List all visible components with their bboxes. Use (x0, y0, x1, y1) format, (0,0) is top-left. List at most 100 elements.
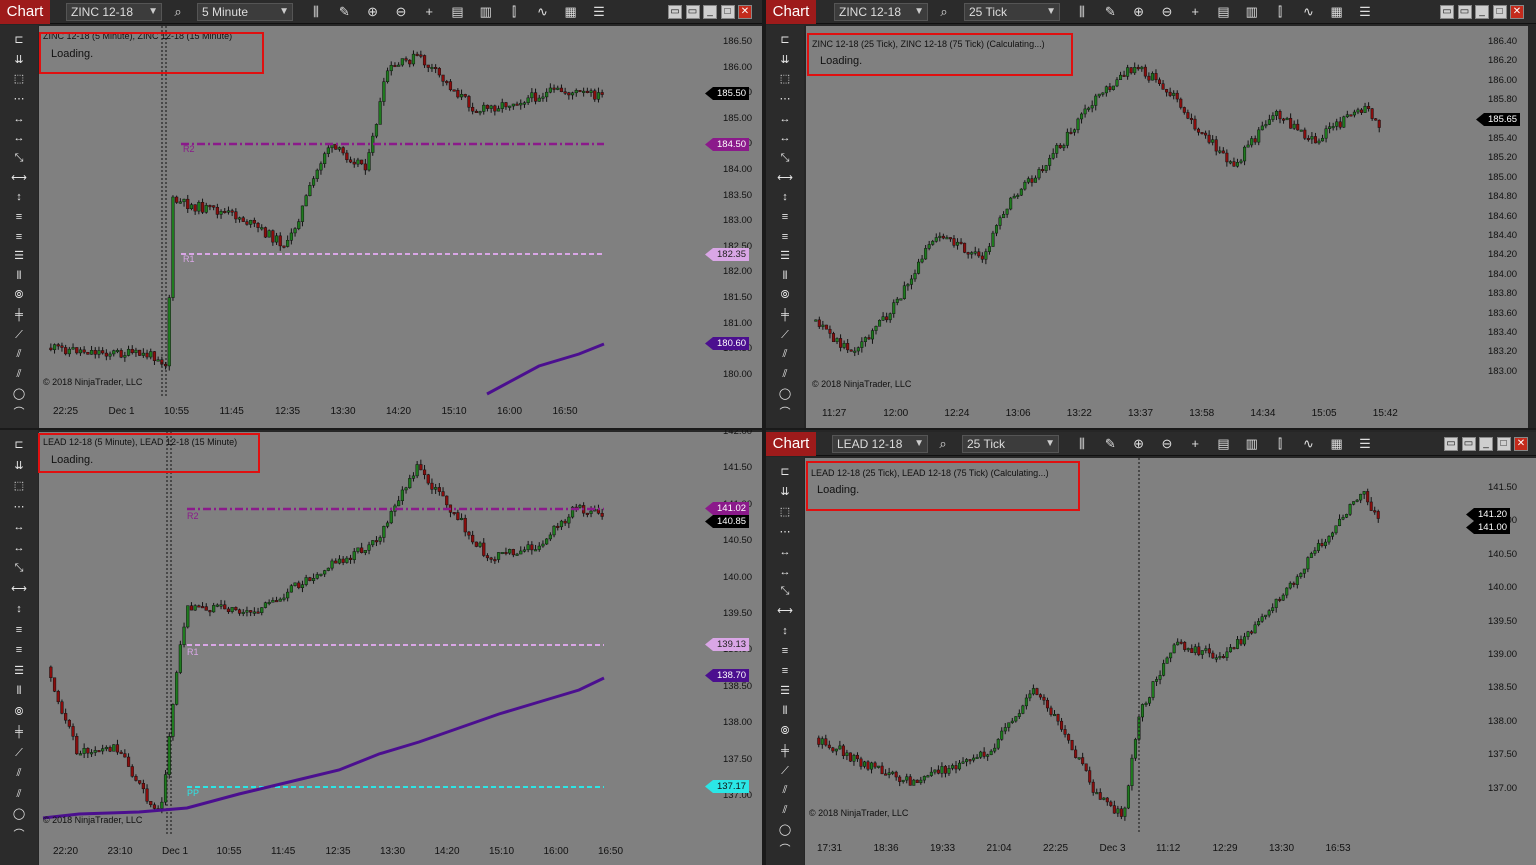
minimize-button[interactable]: _ (1479, 437, 1493, 451)
arc-icon[interactable]: ⌒ (9, 406, 29, 420)
ruler-icon[interactable]: ⊏ (9, 438, 29, 452)
extended-line-icon[interactable]: ⟷ (775, 171, 795, 185)
horizontal-ray-icon[interactable]: ↔ (9, 541, 29, 555)
gann-fan-icon[interactable]: ╪ (775, 308, 795, 322)
andrews-pitchfork-icon[interactable]: ⦀ (775, 269, 795, 283)
search-icon[interactable]: ⌕ (935, 436, 951, 452)
dotted-line-icon[interactable]: ⋯ (775, 92, 795, 106)
regression-channel-icon[interactable]: ⟋ (9, 746, 29, 760)
regression-channel-icon[interactable]: ⟋ (775, 764, 795, 778)
fib-timezone-icon[interactable]: ☰ (9, 664, 29, 678)
strategies-icon[interactable]: ⫿ (1272, 436, 1288, 452)
ruler-icon[interactable]: ⊏ (775, 465, 795, 479)
interval-selector[interactable]: 25 Tick ▼ (962, 435, 1059, 453)
channel-icon[interactable]: ⫽ (775, 347, 795, 361)
fib-retracement-icon[interactable]: ≡ (9, 210, 29, 224)
restore-icon[interactable]: ▭ (668, 5, 682, 19)
drag-icon[interactable]: ⇊ (9, 459, 29, 473)
close-button[interactable]: ✕ (1514, 437, 1528, 451)
maximize-button[interactable]: □ (1492, 5, 1507, 19)
regression-channel-icon[interactable]: ⟋ (9, 328, 29, 342)
arc-icon[interactable]: ⌒ (775, 406, 795, 420)
crosshair-icon[interactable]: + (1187, 436, 1203, 452)
draw-pencil-icon[interactable]: ✎ (336, 4, 352, 20)
instrument-selector[interactable]: LEAD 12-18 ▼ (832, 435, 928, 453)
channel-icon[interactable]: ⫽ (775, 783, 795, 797)
interval-selector[interactable]: 25 Tick ▼ (964, 3, 1060, 21)
price-plot-area[interactable]: ZINC 12-18 (5 Minute), ZINC 12-18 (15 Mi… (39, 26, 713, 396)
trend-line-icon[interactable]: ⤡ (9, 151, 29, 165)
bars-type-icon[interactable]: ⫼ (1074, 4, 1090, 20)
vertical-line-icon[interactable]: ↕ (9, 190, 29, 204)
vertical-line-icon[interactable]: ↕ (775, 190, 795, 204)
arc-icon[interactable]: ⌒ (775, 843, 795, 857)
vertical-line-icon[interactable]: ↕ (9, 602, 29, 616)
andrews-pitchfork-icon[interactable]: ⦀ (9, 684, 29, 698)
channel-icon[interactable]: ⫽ (9, 766, 29, 780)
draw-pencil-icon[interactable]: ✎ (1102, 4, 1118, 20)
chart-menu-button[interactable]: Chart (766, 0, 816, 24)
drag-icon[interactable]: ⇊ (9, 53, 29, 67)
parallel-lines-icon[interactable]: ⫽ (9, 367, 29, 381)
horizontal-ray-icon[interactable]: ↔ (775, 565, 795, 579)
line-chart-icon[interactable]: ∿ (534, 4, 550, 20)
line-chart-icon[interactable]: ∿ (1300, 4, 1316, 20)
ruler-icon[interactable]: ⊏ (9, 33, 29, 47)
price-plot-area[interactable]: ZINC 12-18 (25 Tick), ZINC 12-18 (75 Tic… (806, 26, 1478, 398)
circle-target-icon[interactable]: ⦾ (9, 288, 29, 302)
ellipse-icon[interactable]: ◯ (9, 387, 29, 401)
templates-icon[interactable]: ▦ (1329, 436, 1345, 452)
templates-icon[interactable]: ▦ (1329, 4, 1345, 20)
extended-line-icon[interactable]: ⟷ (775, 604, 795, 618)
minimize-button[interactable]: _ (703, 5, 717, 19)
horizontal-ray-icon[interactable]: ↔ (9, 131, 29, 145)
horizontal-line-icon[interactable]: ↔ (9, 112, 29, 126)
time-axis[interactable]: 22:20 23:10 Dec 1 10:55 11:45 12:35 13:30 14:20… (39, 836, 762, 865)
arc-icon[interactable]: ⌒ (9, 828, 29, 842)
interval-selector[interactable]: 5 Minute ▼ (197, 3, 293, 21)
indicators-icon[interactable]: ▥ (1244, 436, 1260, 452)
crosshair-icon[interactable]: + (1187, 4, 1203, 20)
fib-extension-icon[interactable]: ≡ (9, 230, 29, 244)
zoom-in-icon[interactable]: ⊕ (1131, 4, 1147, 20)
fib-retracement-icon[interactable]: ≡ (775, 210, 795, 224)
price-axis[interactable]: 142.00141.50141.00140.50140.00139.50139.… (705, 430, 762, 836)
zoom-in-icon[interactable]: ⊕ (365, 4, 381, 20)
close-button[interactable]: ✕ (738, 5, 752, 19)
fib-timezone-icon[interactable]: ☰ (775, 249, 795, 263)
dotted-line-icon[interactable]: ⋯ (775, 525, 795, 539)
indicators-icon[interactable]: ▥ (478, 4, 494, 20)
bars-type-icon[interactable]: ⫼ (308, 4, 324, 20)
andrews-pitchfork-icon[interactable]: ⦀ (775, 704, 795, 718)
parallel-lines-icon[interactable]: ⫽ (775, 367, 795, 381)
andrews-pitchfork-icon[interactable]: ⦀ (9, 269, 29, 283)
parallel-lines-icon[interactable]: ⫽ (775, 803, 795, 817)
zoom-out-icon[interactable]: ⊖ (1159, 4, 1175, 20)
price-plot-area[interactable]: LEAD 12-18 (5 Minute), LEAD 12-18 (15 Mi… (39, 432, 713, 836)
horizontal-line-icon[interactable]: ↔ (775, 112, 795, 126)
regression-channel-icon[interactable]: ⟋ (775, 328, 795, 342)
gann-fan-icon[interactable]: ╪ (9, 308, 29, 322)
extended-line-icon[interactable]: ⟷ (9, 171, 29, 185)
restore-icon[interactable]: ▭ (1440, 5, 1454, 19)
properties-icon[interactable]: ▤ (1216, 436, 1232, 452)
vertical-line-icon[interactable]: ↕ (775, 624, 795, 638)
select-box-icon[interactable]: ⬚ (775, 72, 795, 86)
fib-retracement-icon[interactable]: ≡ (775, 644, 795, 658)
maximize-all-icon[interactable]: ▭ (1461, 437, 1476, 451)
search-icon[interactable]: ⌕ (170, 4, 186, 20)
time-axis[interactable]: 11:27 12:00 12:24 13:06 13:22 13:37 13:58 14:34… (806, 398, 1528, 428)
maximize-all-icon[interactable]: ▭ (685, 5, 700, 19)
fib-timezone-icon[interactable]: ☰ (9, 249, 29, 263)
instrument-selector[interactable]: ZINC 12-18 ▼ (834, 3, 928, 21)
fib-timezone-icon[interactable]: ☰ (775, 684, 795, 698)
trend-line-icon[interactable]: ⤡ (775, 151, 795, 165)
horizontal-line-icon[interactable]: ↔ (9, 520, 29, 534)
extended-line-icon[interactable]: ⟷ (9, 582, 29, 596)
circle-target-icon[interactable]: ⦾ (775, 288, 795, 302)
zoom-out-icon[interactable]: ⊖ (393, 4, 409, 20)
gann-fan-icon[interactable]: ╪ (9, 725, 29, 739)
properties-icon[interactable]: ▤ (1216, 4, 1232, 20)
fib-extension-icon[interactable]: ≡ (9, 643, 29, 657)
drag-icon[interactable]: ⇊ (775, 53, 795, 67)
